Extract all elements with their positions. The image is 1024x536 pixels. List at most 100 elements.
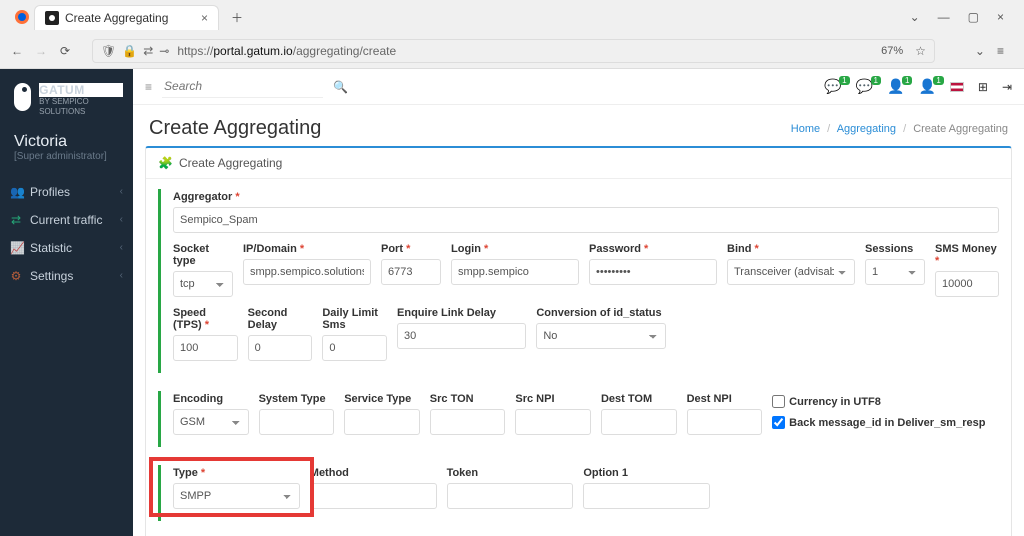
conversion-select[interactable]: No <box>536 323 665 349</box>
reload-button[interactable]: ⟳ <box>58 44 72 58</box>
password-input[interactable] <box>589 259 717 285</box>
sidebar-item-label: Profiles <box>30 185 70 199</box>
search-input[interactable] <box>162 75 323 98</box>
pocket-icon[interactable]: ⌄ <box>975 44 985 58</box>
breadcrumb-home[interactable]: Home <box>791 123 820 135</box>
label-token: Token <box>447 467 574 479</box>
dest-tom-input[interactable] <box>601 409 677 435</box>
sessions-select[interactable]: 1 <box>865 259 925 285</box>
panel-title: Create Aggregating <box>179 156 282 170</box>
lock-icon[interactable]: 🔒 <box>122 44 137 58</box>
label-type: Type <box>173 467 198 479</box>
tab-bar: Create Aggregating × ＋ ⌄ — ▢ × <box>0 0 1024 34</box>
breadcrumb-current: Create Aggregating <box>913 123 1008 135</box>
page-title: Create Aggregating <box>149 117 321 140</box>
notif-icon-3[interactable]: 👤1 <box>887 78 904 95</box>
label-dest-npi: Dest NPI <box>687 393 763 405</box>
language-flag[interactable] <box>950 82 964 92</box>
sidebar-item-profiles[interactable]: 👥Profiles‹ <box>0 178 133 206</box>
new-tab-button[interactable]: ＋ <box>223 5 251 30</box>
shield-icon[interactable]: 🛡 <box>101 44 116 58</box>
close-window-button[interactable]: × <box>997 10 1004 24</box>
method-input[interactable] <box>310 483 437 509</box>
type-select[interactable]: SMPP <box>173 483 300 509</box>
enquire-input[interactable] <box>397 323 526 349</box>
grid-icon[interactable]: ⊞ <box>978 80 988 94</box>
browser-chrome: Create Aggregating × ＋ ⌄ — ▢ × ← → ⟳ 🛡 🔒… <box>0 0 1024 69</box>
sidebar-item-statistic[interactable]: 📈Statistic‹ <box>0 234 133 262</box>
notif-icon-2[interactable]: 💬1 <box>856 78 873 95</box>
aggregator-input[interactable] <box>173 207 999 233</box>
bookmark-icon[interactable]: ☆ <box>915 44 926 58</box>
token-input[interactable] <box>447 483 574 509</box>
label-src-ton: Src TON <box>430 393 506 405</box>
currency-utf8-check[interactable]: Currency in UTF8 <box>772 395 999 408</box>
option1-input[interactable] <box>583 483 710 509</box>
panel-icon: 🧩 <box>158 156 173 170</box>
src-npi-input[interactable] <box>515 409 591 435</box>
burger-icon[interactable]: ≡ <box>145 80 152 94</box>
key-icon[interactable]: ⊸ <box>159 44 169 58</box>
page-header: Create Aggregating Home / Aggregating / … <box>133 105 1024 146</box>
sidebar-item-current-traffic[interactable]: ⇄ Current traffic ‹ <box>0 206 133 234</box>
notif-icon-1[interactable]: 💬1 <box>824 78 841 95</box>
back-msg-check[interactable]: Back message_id in Deliver_sm_resp <box>772 416 999 429</box>
browser-tab[interactable]: Create Aggregating × <box>34 5 219 30</box>
section-type: Type *SMPP Method Token Option 1 <box>158 465 999 521</box>
port-input[interactable] <box>381 259 441 285</box>
encoding-select[interactable]: GSM <box>173 409 249 435</box>
login-input[interactable] <box>451 259 579 285</box>
app-root: GATUM BY SEMPICO SOLUTIONS Victoria [Sup… <box>0 69 1024 536</box>
logout-icon[interactable]: ⇥ <box>1002 80 1012 94</box>
daily-limit-input[interactable] <box>322 335 387 361</box>
label-encoding: Encoding <box>173 393 249 405</box>
second-delay-input[interactable] <box>248 335 313 361</box>
service-type-input[interactable] <box>344 409 420 435</box>
label-login: Login <box>451 243 481 255</box>
label-src-npi: Src NPI <box>515 393 591 405</box>
label-system-type: System Type <box>259 393 335 405</box>
label-second-delay: Second Delay <box>248 307 313 331</box>
label-service-type: Service Type <box>344 393 420 405</box>
chevron-left-icon: ‹ <box>120 242 123 253</box>
src-ton-input[interactable] <box>430 409 506 435</box>
bind-select[interactable]: Transceiver (advisable) <box>727 259 855 285</box>
close-icon[interactable]: × <box>201 11 208 25</box>
settings-toggle-icon[interactable]: ⇄ <box>143 44 153 58</box>
dest-npi-input[interactable] <box>687 409 763 435</box>
chevron-down-icon[interactable]: ⌄ <box>910 10 920 24</box>
socket-type-select[interactable]: tcp <box>173 271 233 297</box>
label-speed: Speed (TPS) <box>173 307 206 331</box>
label-password: Password <box>589 243 641 255</box>
notif-icon-4[interactable]: 👤1 <box>918 78 935 95</box>
back-button[interactable]: ← <box>10 44 24 58</box>
window-controls: ⌄ — ▢ × <box>910 10 1018 24</box>
system-type-input[interactable] <box>259 409 335 435</box>
speed-input[interactable] <box>173 335 238 361</box>
chevron-left-icon: ‹ <box>120 270 123 281</box>
chevron-left-icon: ‹ <box>120 214 123 225</box>
breadcrumb-aggregating[interactable]: Aggregating <box>837 123 896 135</box>
label-option1: Option 1 <box>583 467 710 479</box>
currency-utf8-checkbox[interactable] <box>772 395 785 408</box>
tab-favicon <box>45 11 59 25</box>
minimize-button[interactable]: — <box>938 10 950 24</box>
sidebar-item-settings[interactable]: ⚙Settings‹ <box>0 262 133 290</box>
traffic-icon: ⇄ <box>10 213 22 227</box>
ip-domain-input[interactable] <box>243 259 371 285</box>
sidebar-nav: 👥Profiles‹ ⇄ Current traffic ‹ 📈Statistic‹… <box>0 178 133 290</box>
label-aggregator: Aggregator <box>173 191 232 203</box>
sms-money-input[interactable] <box>935 271 999 297</box>
zoom-level[interactable]: 67% <box>877 45 907 57</box>
sidebar-item-label: Settings <box>30 269 73 283</box>
label-bind: Bind <box>727 243 751 255</box>
menu-icon[interactable]: ≡ <box>997 44 1004 58</box>
label-port: Port <box>381 243 403 255</box>
sidebar-item-label: Current traffic <box>30 213 102 227</box>
brand-logo <box>14 83 31 111</box>
tab-title: Create Aggregating <box>65 11 168 25</box>
url-box[interactable]: 🛡 🔒 ⇄ ⊸ https://portal.gatum.io/aggregat… <box>92 39 935 63</box>
maximize-button[interactable]: ▢ <box>968 10 979 24</box>
back-msg-checkbox[interactable] <box>772 416 785 429</box>
search-icon[interactable]: 🔍 <box>333 80 348 94</box>
